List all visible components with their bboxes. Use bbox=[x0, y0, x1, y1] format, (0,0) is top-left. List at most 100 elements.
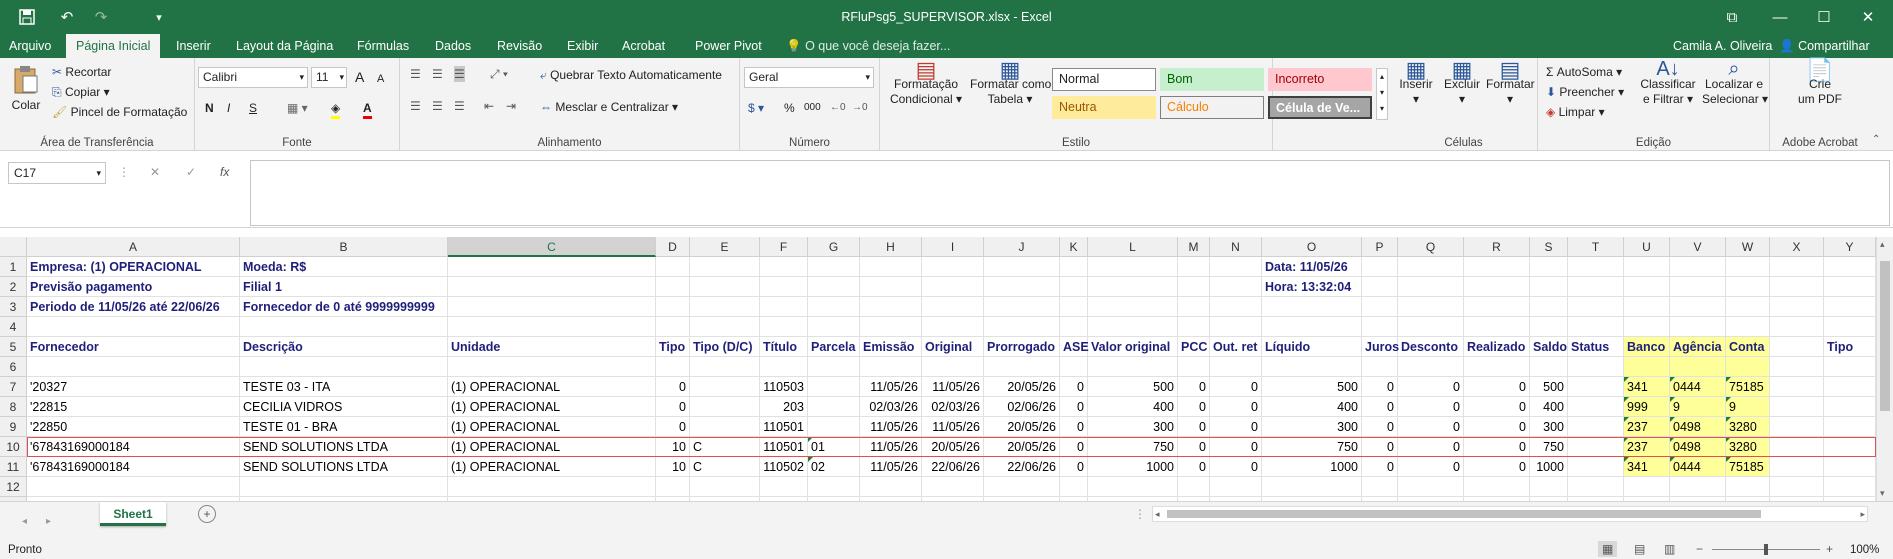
cell-a12[interactable] bbox=[27, 477, 240, 497]
cell-d11[interactable]: 10 bbox=[656, 457, 690, 477]
cell-f2[interactable] bbox=[760, 277, 808, 297]
cell-h5[interactable]: Emissão bbox=[860, 337, 922, 357]
cell-a10[interactable]: '67843169000184 bbox=[27, 437, 240, 457]
cell-q9[interactable]: 0 bbox=[1398, 417, 1464, 437]
cell-r8[interactable]: 0 bbox=[1464, 397, 1530, 417]
zoom-slider[interactable] bbox=[1712, 544, 1820, 555]
cell-i12[interactable] bbox=[922, 477, 984, 497]
cell-n5[interactable]: Out. ret bbox=[1210, 337, 1262, 357]
cell-h8[interactable]: 02/03/26 bbox=[860, 397, 922, 417]
cell-d7[interactable]: 0 bbox=[656, 377, 690, 397]
cell-s6[interactable] bbox=[1530, 357, 1568, 377]
cell-b9[interactable]: TESTE 01 - BRA bbox=[240, 417, 448, 437]
cell-e5[interactable]: Tipo (D/C) bbox=[690, 337, 760, 357]
cell-p11[interactable]: 0 bbox=[1362, 457, 1398, 477]
cell-e11[interactable]: C bbox=[690, 457, 760, 477]
borders-icon[interactable]: ▦ ▾ bbox=[287, 100, 308, 116]
tab-splitter-icon[interactable]: ⋮ bbox=[1134, 506, 1146, 522]
column-header-b[interactable]: B bbox=[240, 237, 448, 257]
cell-q8[interactable]: 0 bbox=[1398, 397, 1464, 417]
cell-s7[interactable]: 500 bbox=[1530, 377, 1568, 397]
cell-m11[interactable]: 0 bbox=[1178, 457, 1210, 477]
close-button[interactable]: ✕ bbox=[1846, 0, 1890, 34]
cell-k7[interactable]: 0 bbox=[1060, 377, 1088, 397]
grow-font-button[interactable]: A bbox=[355, 69, 364, 85]
user-name[interactable]: Camila A. Oliveira bbox=[1673, 34, 1772, 58]
cell-j8[interactable]: 02/06/26 bbox=[984, 397, 1060, 417]
tab-acrobat[interactable]: Acrobat bbox=[622, 34, 665, 58]
cell-l2[interactable] bbox=[1088, 277, 1178, 297]
cell-s5[interactable]: Saldo bbox=[1530, 337, 1568, 357]
cell-s11[interactable]: 1000 bbox=[1530, 457, 1568, 477]
cell-d4[interactable] bbox=[656, 317, 690, 337]
cell-a11[interactable]: '67843169000184 bbox=[27, 457, 240, 477]
cell-g1[interactable] bbox=[808, 257, 860, 277]
column-header-f[interactable]: F bbox=[760, 237, 808, 257]
cell-a4[interactable] bbox=[27, 317, 240, 337]
cell-j1[interactable] bbox=[984, 257, 1060, 277]
cell-b8[interactable]: CECILIA VIDROS bbox=[240, 397, 448, 417]
shrink-font-button[interactable]: A bbox=[377, 71, 384, 87]
cell-k2[interactable] bbox=[1060, 277, 1088, 297]
cell-w1[interactable] bbox=[1726, 257, 1770, 277]
cell-p2[interactable] bbox=[1362, 277, 1398, 297]
cell-o5[interactable]: Líquido bbox=[1262, 337, 1362, 357]
restore-button[interactable]: ☐ bbox=[1802, 0, 1846, 34]
column-header-n[interactable]: N bbox=[1210, 237, 1262, 257]
cell-d5[interactable]: Tipo bbox=[656, 337, 690, 357]
cell-g7[interactable] bbox=[808, 377, 860, 397]
column-header-h[interactable]: H bbox=[860, 237, 922, 257]
cell-i1[interactable] bbox=[922, 257, 984, 277]
cell-w7[interactable]: 75185 bbox=[1726, 377, 1770, 397]
column-header-m[interactable]: M bbox=[1178, 237, 1210, 257]
cell-v9[interactable]: 0498 bbox=[1670, 417, 1726, 437]
cell-u5[interactable]: Banco bbox=[1624, 337, 1670, 357]
cell-g12[interactable] bbox=[808, 477, 860, 497]
cell-g10[interactable]: 01 bbox=[808, 437, 860, 457]
vertical-scrollbar[interactable]: ▴ ▾ bbox=[1876, 237, 1893, 501]
cell-i7[interactable]: 11/05/26 bbox=[922, 377, 984, 397]
row-header-3[interactable]: 3 bbox=[0, 297, 27, 317]
select-all-corner[interactable] bbox=[0, 237, 27, 257]
column-header-p[interactable]: P bbox=[1362, 237, 1398, 257]
align-right-icon[interactable]: ☰ bbox=[454, 98, 465, 114]
column-header-c[interactable]: C bbox=[448, 237, 656, 257]
cell-o10[interactable]: 750 bbox=[1262, 437, 1362, 457]
cell-p7[interactable]: 0 bbox=[1362, 377, 1398, 397]
column-header-v[interactable]: V bbox=[1670, 237, 1726, 257]
cell-j9[interactable]: 20/05/26 bbox=[984, 417, 1060, 437]
cell-c10[interactable]: (1) OPERACIONAL bbox=[448, 437, 656, 457]
cell-c7[interactable]: (1) OPERACIONAL bbox=[448, 377, 656, 397]
cell-x7[interactable] bbox=[1770, 377, 1824, 397]
cell-s12[interactable] bbox=[1530, 477, 1568, 497]
cell-q1[interactable] bbox=[1398, 257, 1464, 277]
cell-c9[interactable]: (1) OPERACIONAL bbox=[448, 417, 656, 437]
cell-j4[interactable] bbox=[984, 317, 1060, 337]
cell-o12[interactable] bbox=[1262, 477, 1362, 497]
cell-x8[interactable] bbox=[1770, 397, 1824, 417]
cell-n9[interactable]: 0 bbox=[1210, 417, 1262, 437]
cell-o1[interactable]: Data: 11/05/26 bbox=[1262, 257, 1362, 277]
cell-h3[interactable] bbox=[860, 297, 922, 317]
cell-n4[interactable] bbox=[1210, 317, 1262, 337]
column-header-a[interactable]: A bbox=[27, 237, 240, 257]
cell-m5[interactable]: PCC bbox=[1178, 337, 1210, 357]
cell-t12[interactable] bbox=[1568, 477, 1624, 497]
cell-q10[interactable]: 0 bbox=[1398, 437, 1464, 457]
cell-t1[interactable] bbox=[1568, 257, 1624, 277]
cut-button[interactable]: ✂ Recortar bbox=[52, 64, 111, 80]
cell-b10[interactable]: SEND SOLUTIONS LTDA bbox=[240, 437, 448, 457]
cell-v6[interactable] bbox=[1670, 357, 1726, 377]
cell-i5[interactable]: Original bbox=[922, 337, 984, 357]
cell-p12[interactable] bbox=[1362, 477, 1398, 497]
cell-b11[interactable]: SEND SOLUTIONS LTDA bbox=[240, 457, 448, 477]
cell-c12[interactable] bbox=[448, 477, 656, 497]
cell-v7[interactable]: 0444 bbox=[1670, 377, 1726, 397]
cell-a1[interactable]: Empresa: (1) OPERACIONAL bbox=[27, 257, 240, 277]
cell-f4[interactable] bbox=[760, 317, 808, 337]
cell-s10[interactable]: 750 bbox=[1530, 437, 1568, 457]
style-bom[interactable]: Bom bbox=[1160, 68, 1264, 91]
row-header-12[interactable]: 12 bbox=[0, 477, 27, 497]
tab-inserir[interactable]: Inserir bbox=[176, 34, 211, 58]
cell-v10[interactable]: 0498 bbox=[1670, 437, 1726, 457]
